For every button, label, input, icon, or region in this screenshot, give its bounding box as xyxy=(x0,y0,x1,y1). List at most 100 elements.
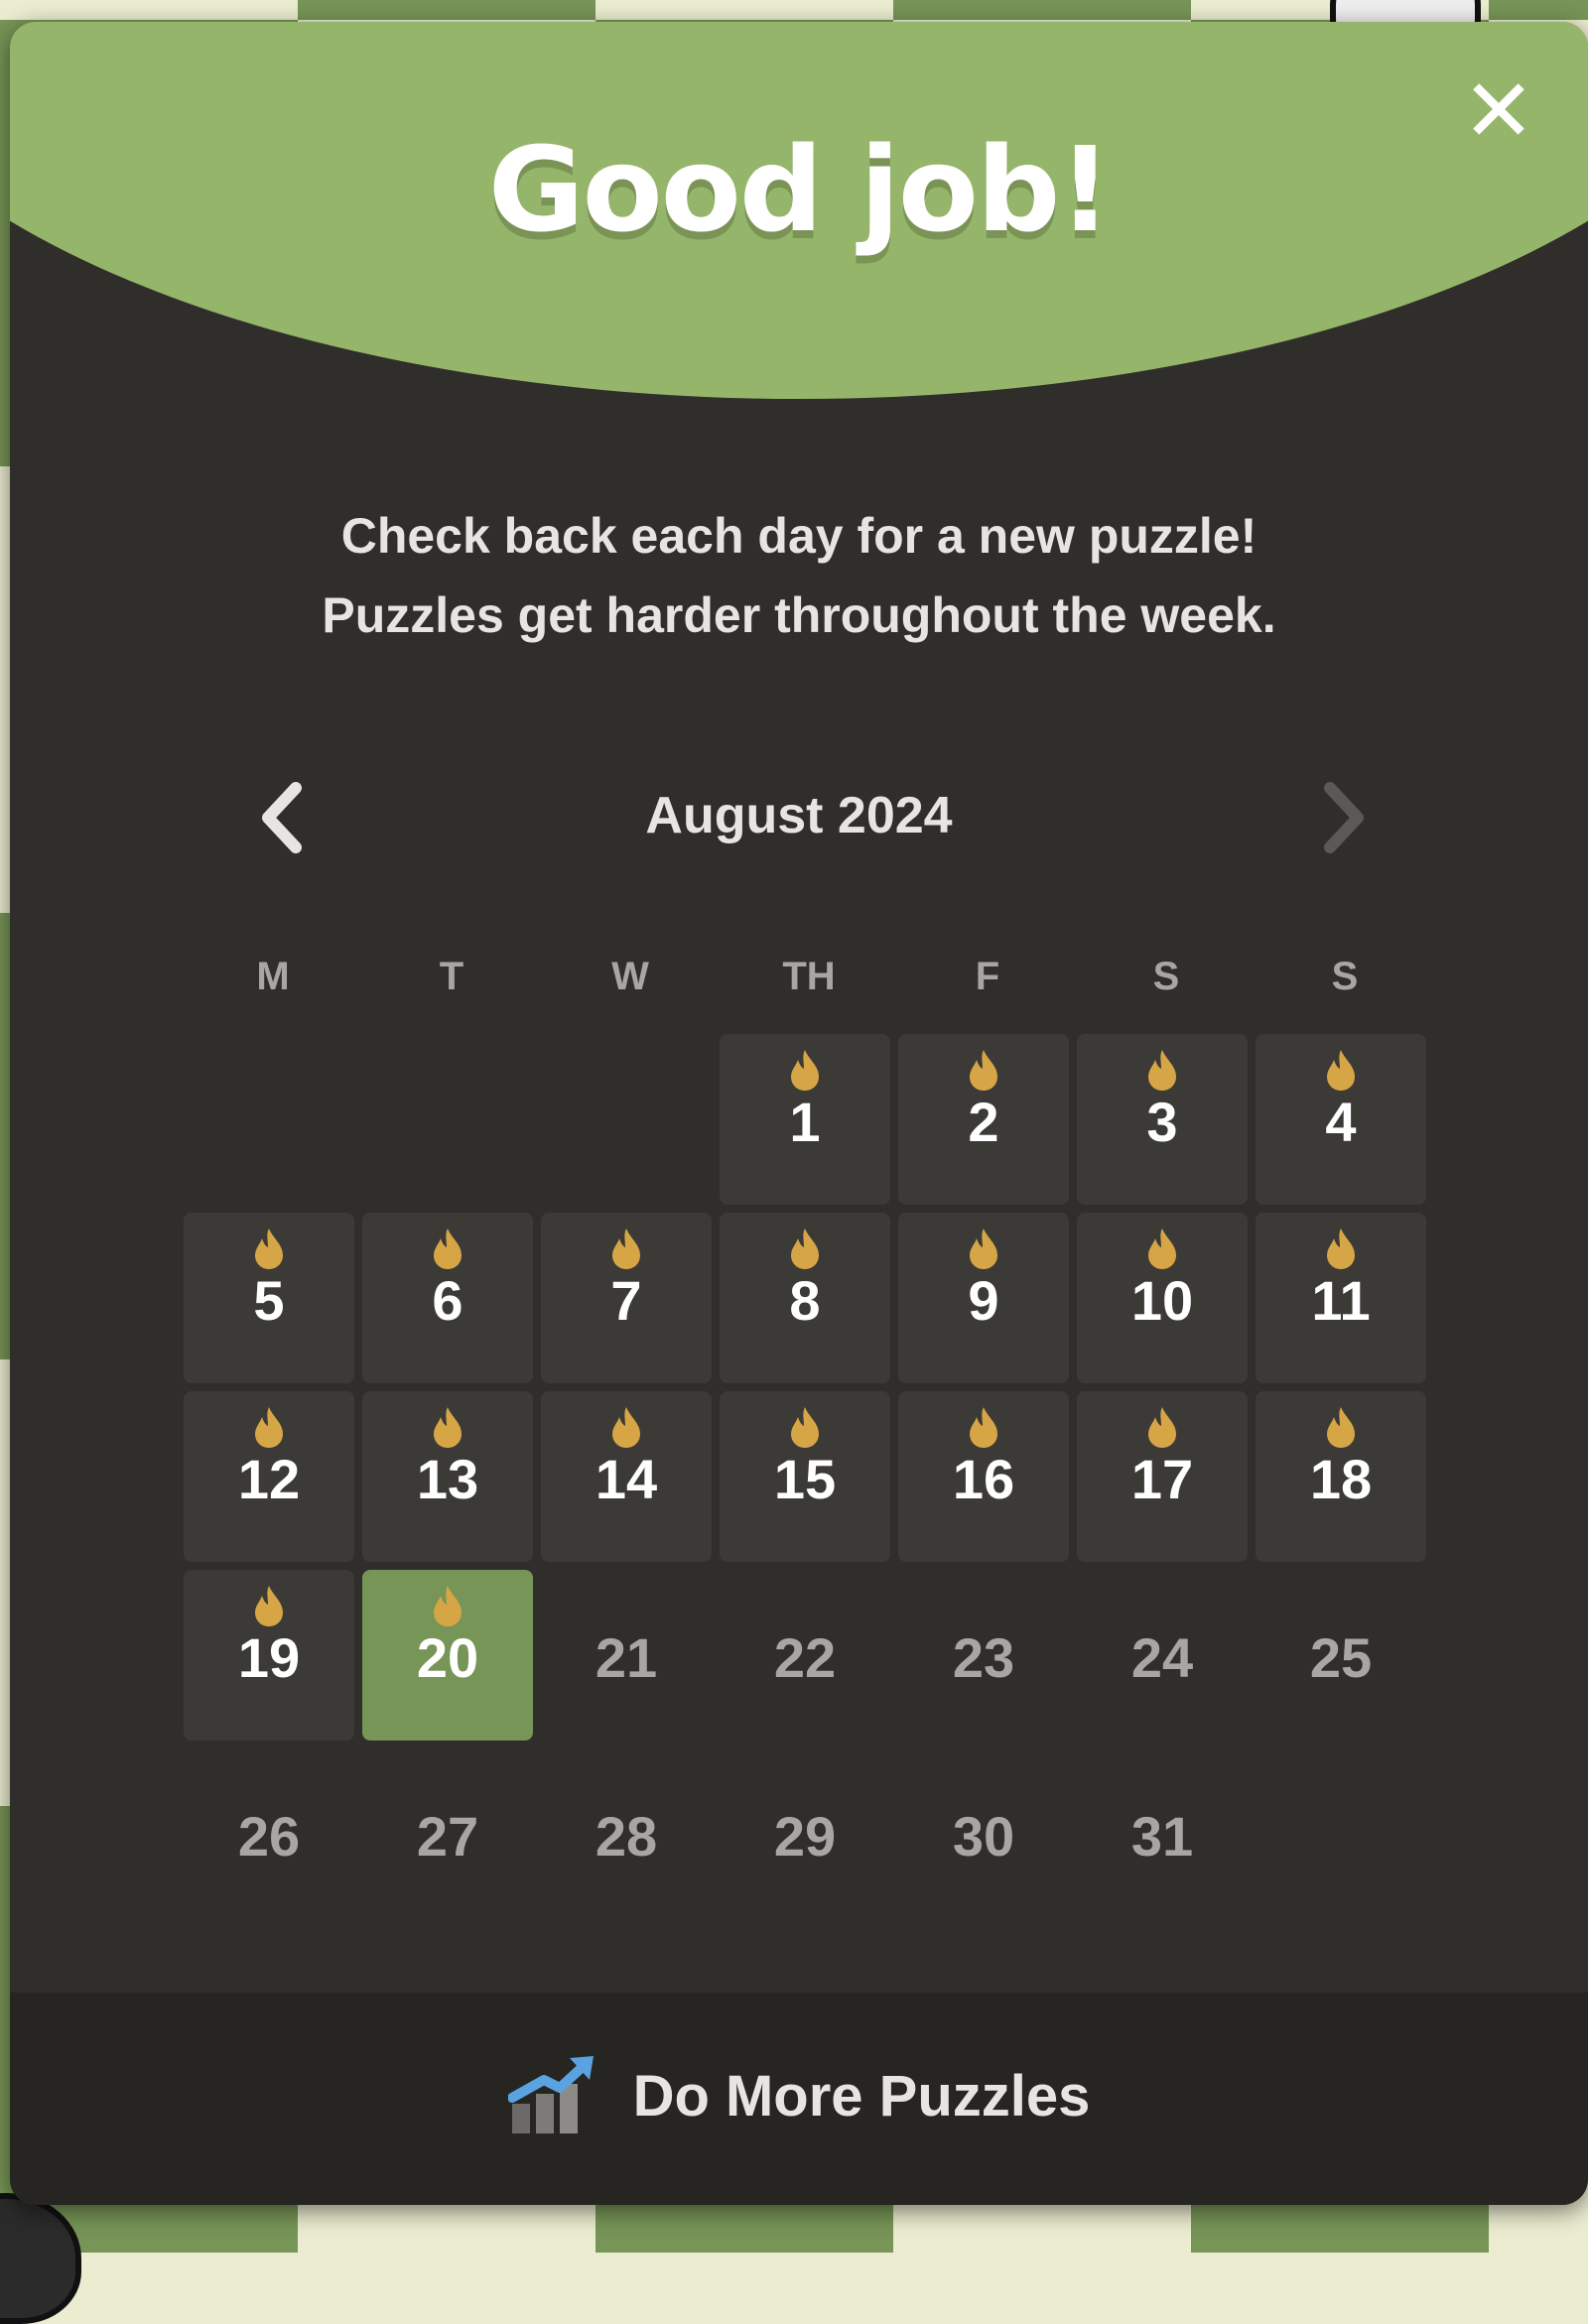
flame-icon xyxy=(428,1227,467,1270)
calendar-day[interactable]: 6 xyxy=(362,1213,533,1383)
calendar-day-number: 3 xyxy=(1146,1091,1178,1153)
calendar-day[interactable]: 3 xyxy=(1077,1034,1248,1205)
flame-icon xyxy=(1142,1048,1182,1092)
calendar-day[interactable]: 5 xyxy=(184,1213,354,1383)
flame-icon xyxy=(428,1405,467,1449)
modal-subtitle: Check back each day for a new puzzle! Pu… xyxy=(10,496,1588,655)
calendar-day[interactable]: 4 xyxy=(1256,1034,1426,1205)
calendar-day[interactable]: 1 xyxy=(720,1034,890,1205)
calendar-day[interactable]: 11 xyxy=(1256,1213,1426,1383)
weekday-row: M T W TH F S S xyxy=(184,955,1434,999)
flame-icon xyxy=(1142,1227,1182,1270)
do-more-puzzles-label: Do More Puzzles xyxy=(632,2063,1091,2129)
flame-icon xyxy=(606,1405,646,1449)
calendar-day-number: 15 xyxy=(773,1448,837,1510)
calendar-day: 30 xyxy=(898,1748,1069,1919)
calendar-day[interactable]: 9 xyxy=(898,1213,1069,1383)
weekday-label: M xyxy=(256,955,290,998)
flame-icon xyxy=(1321,1227,1361,1270)
calendar-day-number: 20 xyxy=(416,1626,479,1689)
calendar-day-number: 29 xyxy=(773,1805,837,1868)
calendar-day-number: 16 xyxy=(952,1448,1015,1510)
flame-icon xyxy=(1321,1405,1361,1449)
calendar-day-number: 12 xyxy=(237,1448,301,1510)
calendar-day: 25 xyxy=(1256,1570,1426,1741)
calendar-day-number: 7 xyxy=(610,1269,642,1332)
calendar-day-number: 6 xyxy=(432,1269,463,1332)
flame-icon xyxy=(1321,1048,1361,1092)
calendar-day[interactable]: 16 xyxy=(898,1391,1069,1562)
flame-icon xyxy=(428,1584,467,1627)
calendar-day[interactable]: 8 xyxy=(720,1213,890,1383)
calendar-day-number: 4 xyxy=(1325,1091,1357,1153)
calendar-day-today[interactable]: 20 xyxy=(362,1570,533,1741)
calendar-day-number: 14 xyxy=(595,1448,658,1510)
flame-icon xyxy=(964,1227,1003,1270)
calendar-day: 26 xyxy=(184,1748,354,1919)
weekday-label: S xyxy=(1331,955,1359,998)
calendar-day-number: 23 xyxy=(952,1626,1015,1689)
chart-up-icon xyxy=(507,2056,594,2133)
subtitle-line: Puzzles get harder throughout the week. xyxy=(322,587,1276,643)
calendar-day[interactable]: 14 xyxy=(541,1391,712,1562)
calendar-day: 28 xyxy=(541,1748,712,1919)
calendar-header: August 2024 xyxy=(10,776,1588,859)
calendar-day[interactable]: 19 xyxy=(184,1570,354,1741)
calendar-day-number: 13 xyxy=(416,1448,479,1510)
calendar-day-number: 9 xyxy=(968,1269,999,1332)
calendar-day-number: 18 xyxy=(1309,1448,1373,1510)
calendar-day-number: 31 xyxy=(1130,1805,1194,1868)
calendar-day-number: 21 xyxy=(595,1626,658,1689)
weekday-label: F xyxy=(975,955,1000,998)
do-more-puzzles-button[interactable]: Do More Puzzles xyxy=(10,2054,1588,2153)
calendar-day-number: 8 xyxy=(789,1269,821,1332)
flame-icon xyxy=(785,1405,825,1449)
calendar-day: 22 xyxy=(720,1570,890,1741)
calendar-day-number: 26 xyxy=(237,1805,301,1868)
calendar-day-number: 27 xyxy=(416,1805,479,1868)
flame-icon xyxy=(785,1048,825,1092)
calendar-day[interactable]: 18 xyxy=(1256,1391,1426,1562)
calendar-day: 27 xyxy=(362,1748,533,1919)
calendar-day[interactable]: 7 xyxy=(541,1213,712,1383)
flame-icon xyxy=(964,1405,1003,1449)
calendar-day-number: 10 xyxy=(1130,1269,1194,1332)
calendar-day-number: 1 xyxy=(789,1091,821,1153)
calendar-grid: 1 2 3 4 5 6 7 8 9 10 11 12 13 14 15 16 17 18 19 20 21 22 23 24 2… xyxy=(184,1034,1434,1919)
flame-icon xyxy=(249,1584,289,1627)
calendar-day[interactable]: 15 xyxy=(720,1391,890,1562)
flame-icon xyxy=(785,1227,825,1270)
flame-icon xyxy=(249,1227,289,1270)
weekday-label: W xyxy=(611,955,649,998)
flame-icon xyxy=(249,1405,289,1449)
calendar-day: 31 xyxy=(1077,1748,1248,1919)
close-icon[interactable]: ✕ xyxy=(1459,67,1538,155)
calendar-day: 23 xyxy=(898,1570,1069,1741)
modal-title: Good job! xyxy=(487,121,1112,258)
calendar-day-number: 2 xyxy=(968,1091,999,1153)
calendar-day[interactable]: 12 xyxy=(184,1391,354,1562)
calendar-day: 21 xyxy=(541,1570,712,1741)
calendar-blank xyxy=(362,1034,533,1205)
weekday-label: T xyxy=(439,955,464,998)
calendar-day: 24 xyxy=(1077,1570,1248,1741)
modal-footer: Do More Puzzles xyxy=(10,1993,1588,2205)
calendar-day[interactable]: 2 xyxy=(898,1034,1069,1205)
calendar-day-number: 11 xyxy=(1311,1269,1371,1332)
weekday-label: TH xyxy=(782,955,836,998)
calendar-day-number: 5 xyxy=(253,1269,285,1332)
flame-icon xyxy=(964,1048,1003,1092)
flame-icon xyxy=(606,1227,646,1270)
calendar-day[interactable]: 17 xyxy=(1077,1391,1248,1562)
subtitle-line: Check back each day for a new puzzle! xyxy=(340,508,1257,564)
calendar-blank xyxy=(541,1034,712,1205)
calendar-day-number: 22 xyxy=(773,1626,837,1689)
puzzle-complete-modal: Good job! ✕ Check back each day for a ne… xyxy=(10,22,1588,2205)
calendar-day-number: 25 xyxy=(1309,1626,1373,1689)
calendar-day[interactable]: 13 xyxy=(362,1391,533,1562)
flame-icon xyxy=(1142,1405,1182,1449)
weekday-label: S xyxy=(1152,955,1180,998)
calendar-day-number: 28 xyxy=(595,1805,658,1868)
chevron-right-icon xyxy=(1300,776,1384,859)
calendar-day[interactable]: 10 xyxy=(1077,1213,1248,1383)
